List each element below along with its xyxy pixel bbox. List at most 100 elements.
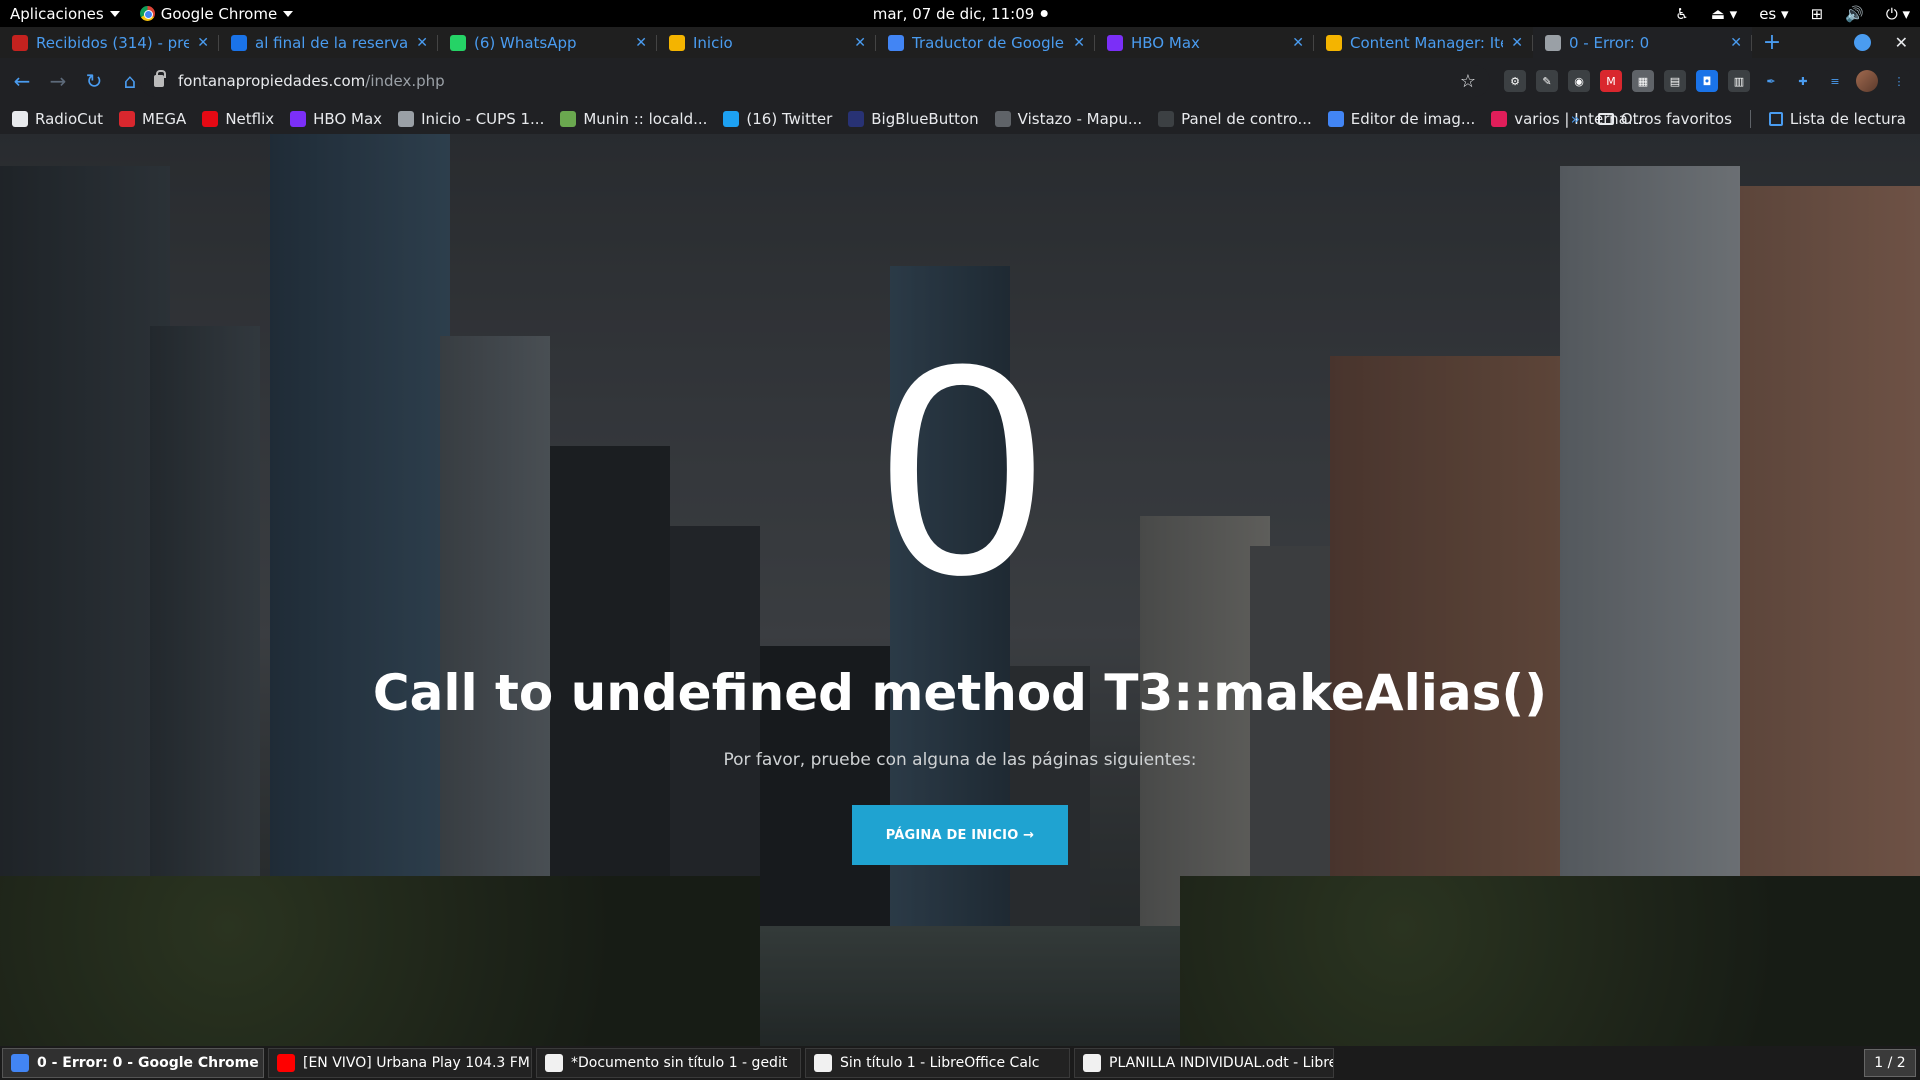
menu-kebab-icon[interactable]: ⋮ bbox=[1888, 70, 1910, 92]
reading-list-icon bbox=[1768, 112, 1783, 126]
error-code: 0 bbox=[878, 301, 1046, 637]
reload-button[interactable]: ↻ bbox=[76, 63, 112, 99]
taskbar-window-button[interactable]: 0 - Error: 0 - Google Chrome bbox=[2, 1048, 264, 1078]
media-queue-icon[interactable]: ≡ bbox=[1824, 70, 1846, 92]
bookmark-item[interactable]: Editor de imag... bbox=[1327, 110, 1475, 128]
window-title: *Documento sin título 1 - gedit bbox=[571, 1055, 788, 1071]
bookmark-item[interactable]: Inicio - CUPS 1... bbox=[398, 110, 544, 128]
new-tab-button[interactable]: + bbox=[1752, 27, 1792, 58]
back-button[interactable]: ← bbox=[4, 63, 40, 99]
browser-tab[interactable]: al final de la reserva, se ✕ bbox=[219, 27, 438, 58]
window-title: Sin título 1 - LibreOffice Calc bbox=[840, 1055, 1040, 1071]
bookmark-item[interactable]: BigBlueButton bbox=[848, 110, 979, 128]
bookmark-favicon-icon bbox=[202, 111, 219, 127]
close-tab-icon[interactable]: ✕ bbox=[1511, 35, 1523, 51]
close-tab-icon[interactable]: ✕ bbox=[197, 35, 209, 51]
tab-title: Content Manager: Iten bbox=[1350, 33, 1504, 52]
bookmark-favicon-icon bbox=[1158, 111, 1175, 127]
taskbar-window-button[interactable]: PLANILLA INDIVIDUAL.odt - Libre... bbox=[1074, 1048, 1334, 1078]
bookmark-item[interactable]: Panel de contro... bbox=[1158, 110, 1312, 128]
bookmark-label: RadioCut bbox=[35, 110, 104, 128]
bookmark-star-icon[interactable]: ☆ bbox=[1460, 71, 1476, 92]
puzzle-icon[interactable]: ✚ bbox=[1792, 70, 1814, 92]
extension-icon[interactable]: ✎ bbox=[1536, 70, 1558, 92]
accessibility-icon[interactable]: ♿ bbox=[1675, 5, 1688, 23]
page-viewport: 0 Call to undefined method T3::makeAlias… bbox=[0, 134, 1920, 1046]
bookmark-item[interactable]: Netflix bbox=[202, 110, 274, 128]
other-bookmarks-label: Otros favoritos bbox=[1620, 110, 1732, 128]
close-tab-icon[interactable]: ✕ bbox=[854, 35, 866, 51]
bookmark-label: Inicio - CUPS 1... bbox=[421, 110, 545, 128]
close-window-icon[interactable]: ✕ bbox=[1895, 33, 1908, 52]
bookmark-favicon-icon bbox=[12, 111, 28, 127]
browser-tab[interactable]: Content Manager: Iten ✕ bbox=[1314, 27, 1533, 58]
eject-icon[interactable]: ⏏ ▾ bbox=[1711, 5, 1737, 23]
extension-icon[interactable]: ⚙ bbox=[1504, 70, 1526, 92]
power-icon[interactable]: ⏻ ▾ bbox=[1886, 5, 1910, 23]
extension-icon[interactable]: ▥ bbox=[1728, 70, 1750, 92]
pen-icon[interactable]: ✒ bbox=[1760, 70, 1782, 92]
browser-tab[interactable]: Recibidos (314) - presi... ✕ bbox=[0, 27, 219, 58]
extension-icon[interactable]: ▤ bbox=[1664, 70, 1686, 92]
other-bookmarks-folder[interactable]: Otros favoritos bbox=[1597, 110, 1732, 128]
browser-tab[interactable]: 0 - Error: 0 ✕ bbox=[1533, 27, 1752, 58]
app-menu[interactable]: Google Chrome bbox=[130, 0, 304, 27]
bookmarks-bar: RadioCut MEGA Netflix HBO Max Inicio - CUPS … bbox=[0, 104, 1920, 134]
mega-icon[interactable]: M bbox=[1600, 70, 1622, 92]
bookmark-label: Netflix bbox=[225, 110, 275, 128]
network-icon[interactable]: ⊞ bbox=[1811, 5, 1824, 23]
tab-title: HBO Max bbox=[1131, 33, 1200, 52]
language-indicator[interactable]: es ▾ bbox=[1759, 5, 1788, 23]
reading-list-button[interactable]: Lista de lectura bbox=[1768, 110, 1906, 128]
close-tab-icon[interactable]: ✕ bbox=[416, 35, 428, 51]
tab-title: al final de la reserva, se bbox=[255, 33, 409, 52]
chrome-icon bbox=[139, 6, 155, 21]
lock-icon[interactable] bbox=[154, 70, 166, 87]
divider bbox=[1749, 110, 1751, 128]
bookmark-item[interactable]: HBO Max bbox=[290, 110, 382, 128]
tab-favicon-icon bbox=[1545, 34, 1561, 51]
applications-menu[interactable]: Aplicaciones bbox=[0, 0, 130, 27]
taskbar-window-button[interactable]: Sin título 1 - LibreOffice Calc bbox=[805, 1048, 1070, 1078]
folder-icon bbox=[1597, 113, 1614, 125]
chevron-down-icon bbox=[283, 10, 294, 17]
workspace-switcher[interactable]: 1 / 2 bbox=[1864, 1049, 1916, 1077]
close-tab-icon[interactable]: ✕ bbox=[635, 35, 647, 51]
bookmarks-bar-right: » Otros favoritos Lista de lectura bbox=[1571, 104, 1906, 134]
browser-tab[interactable]: Traductor de Google ✕ bbox=[876, 27, 1095, 58]
clock[interactable]: mar, 07 de dic, 11:09 bbox=[873, 0, 1048, 27]
window-title: 0 - Error: 0 - Google Chrome bbox=[37, 1055, 259, 1071]
bookmarks-overflow-button[interactable]: » bbox=[1571, 110, 1580, 128]
home-page-button[interactable]: PÁGINA DE INICIO → bbox=[852, 805, 1068, 865]
profile-avatar[interactable] bbox=[1856, 70, 1878, 92]
bookmark-item[interactable]: Munin :: locald... bbox=[560, 110, 707, 128]
close-tab-icon[interactable]: ✕ bbox=[1730, 35, 1742, 51]
window-app-icon bbox=[814, 1054, 832, 1072]
bookmark-item[interactable]: (16) Twitter bbox=[723, 110, 832, 128]
tab-search-icon[interactable] bbox=[1853, 34, 1871, 51]
extension-icon[interactable]: ▦ bbox=[1632, 70, 1654, 92]
extension-icon[interactable]: ◘ bbox=[1696, 70, 1718, 92]
bookmark-favicon-icon bbox=[290, 111, 307, 127]
error-message: Call to undefined method T3::makeAlias() bbox=[372, 664, 1548, 722]
address-bar[interactable]: fontanapropiedades.com/index.php ☆ bbox=[140, 65, 1490, 97]
forward-button[interactable]: → bbox=[40, 63, 76, 99]
bookmark-favicon-icon bbox=[560, 111, 577, 127]
close-tab-icon[interactable]: ✕ bbox=[1292, 35, 1304, 51]
taskbar-window-button[interactable]: *Documento sin título 1 - gedit bbox=[536, 1048, 801, 1078]
camera-icon[interactable]: ◉ bbox=[1568, 70, 1590, 92]
bookmark-item[interactable]: Vistazo - Mapu... bbox=[994, 110, 1142, 128]
bookmark-item[interactable]: RadioCut bbox=[12, 110, 103, 128]
browser-tab[interactable]: HBO Max ✕ bbox=[1095, 27, 1314, 58]
arrow-left-icon: ← bbox=[13, 69, 31, 93]
browser-tab[interactable]: Inicio ✕ bbox=[657, 27, 876, 58]
url-path: /index.php bbox=[365, 72, 445, 90]
taskbar-window-button[interactable]: [EN VIVO] Urbana Play 104.3 FM -... bbox=[268, 1048, 532, 1078]
volume-icon[interactable]: 🔊 bbox=[1845, 5, 1864, 23]
close-tab-icon[interactable]: ✕ bbox=[1073, 35, 1085, 51]
browser-tab[interactable]: (6) WhatsApp ✕ bbox=[438, 27, 657, 58]
tab-strip-controls: ✕ bbox=[1853, 27, 1920, 58]
applications-label: Aplicaciones bbox=[10, 4, 104, 23]
bookmark-item[interactable]: MEGA bbox=[119, 110, 186, 128]
bookmark-label: Panel de contro... bbox=[1181, 110, 1312, 128]
